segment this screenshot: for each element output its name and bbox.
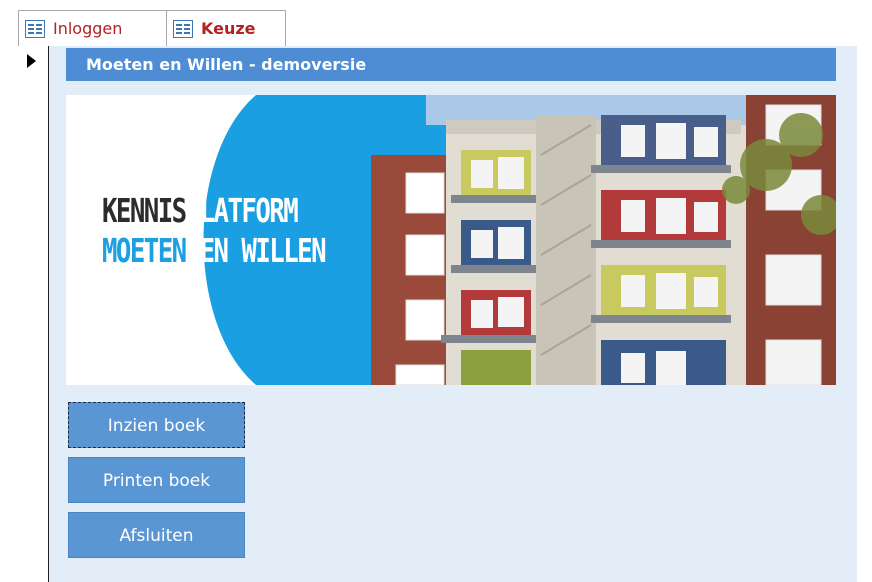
form-icon	[173, 19, 193, 38]
view-book-button[interactable]: Inzien boek	[68, 402, 245, 448]
banner-title-blue: MOETEN	[102, 231, 187, 270]
record-selector[interactable]	[17, 46, 50, 582]
document-tab-bar: Inloggen Keuze	[0, 0, 872, 47]
form-icon	[25, 19, 45, 38]
banner-image: KENNISPLATFORM MOETEN EN WILLEN	[66, 95, 836, 385]
close-button[interactable]: Afsluiten	[68, 512, 245, 558]
form-title: Moeten en Willen - demoversie	[66, 48, 836, 81]
current-record-arrow-icon	[27, 54, 36, 68]
tab-inloggen[interactable]: Inloggen	[18, 10, 168, 46]
banner-title-dark: KENNIS	[102, 191, 187, 230]
banner-title-light: PLATFORM	[185, 191, 299, 230]
tab-keuze[interactable]: Keuze	[166, 10, 286, 46]
banner-title-white: EN WILLEN	[199, 231, 327, 270]
banner-title-line2: MOETEN EN WILLEN	[102, 231, 327, 270]
banner-title-line1: KENNISPLATFORM	[102, 191, 299, 230]
tab-label: Keuze	[201, 19, 256, 38]
tab-label: Inloggen	[53, 19, 123, 38]
right-margin	[857, 0, 872, 582]
left-margin	[0, 46, 17, 582]
print-book-button[interactable]: Printen boek	[68, 457, 245, 503]
